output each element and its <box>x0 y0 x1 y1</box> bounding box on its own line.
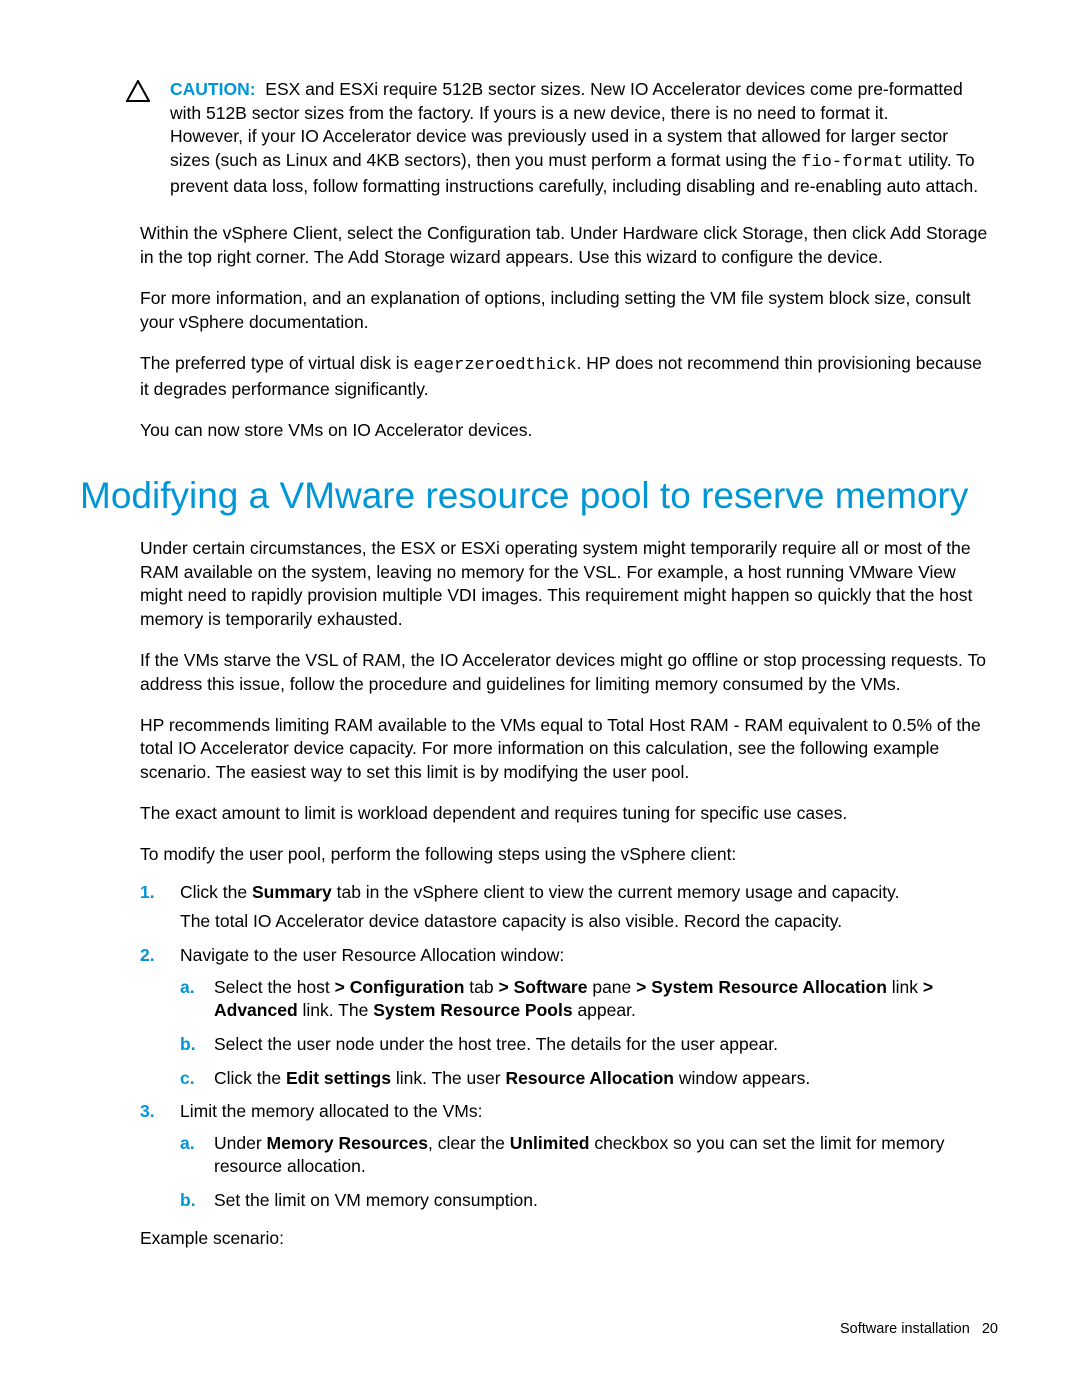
page-footer: Software installation 20 <box>840 1321 998 1337</box>
section-paragraph-1: Under certain circumstances, the ESX or … <box>140 537 990 632</box>
step-2b: b. Select the user node under the host t… <box>180 1033 990 1057</box>
step-2-substeps: a. Select the host > Configuration tab >… <box>180 976 990 1091</box>
step-3b: b. Set the limit on VM memory consumptio… <box>180 1189 990 1213</box>
eagerzeroedthick-code: eagerzeroedthick <box>413 356 576 375</box>
step-1-text-b: tab in the vSphere client to view the cu… <box>332 882 900 902</box>
section-heading: Modifying a VMware resource pool to rese… <box>80 473 990 519</box>
intro-paragraph-4: You can now store VMs on IO Accelerator … <box>140 419 990 443</box>
step-marker: 2. <box>140 944 155 968</box>
step-3-text: Limit the memory allocated to the VMs: <box>180 1101 482 1121</box>
example-scenario-label: Example scenario: <box>140 1227 990 1251</box>
document-page: CAUTION: ESX and ESXi require 512B secto… <box>0 0 1080 1397</box>
step-1-subtext: The total IO Accelerator device datastor… <box>180 910 990 934</box>
step-2c: c. Click the Edit settings link. The use… <box>180 1067 990 1091</box>
page-number: 20 <box>982 1321 998 1337</box>
substep-marker: c. <box>180 1067 195 1091</box>
intro-paragraph-1: Within the vSphere Client, select the Co… <box>140 222 990 269</box>
step-marker: 3. <box>140 1100 155 1124</box>
step-2a: a. Select the host > Configuration tab >… <box>180 976 990 1023</box>
step-2: 2. Navigate to the user Resource Allocat… <box>140 944 990 1090</box>
steps-list: 1. Click the Summary tab in the vSphere … <box>140 881 990 1213</box>
intro-paragraph-2: For more information, and an explanation… <box>140 287 990 334</box>
footer-text: Software installation <box>840 1321 970 1337</box>
caution-box: CAUTION: ESX and ESXi require 512B secto… <box>170 78 990 198</box>
caution-paragraph-1: CAUTION: ESX and ESXi require 512B secto… <box>170 78 990 125</box>
section-paragraph-2: If the VMs starve the VSL of RAM, the IO… <box>140 649 990 696</box>
section-paragraph-5: To modify the user pool, perform the fol… <box>140 843 990 867</box>
caution-paragraph-2: However, if your IO Accelerator device w… <box>170 125 990 198</box>
fio-format-code: fio-format <box>801 153 903 172</box>
step-marker: 1. <box>140 881 155 905</box>
substep-marker: b. <box>180 1189 196 1213</box>
caution-label: CAUTION: <box>170 79 256 99</box>
section-paragraph-3: HP recommends limiting RAM available to … <box>140 714 990 785</box>
intro-p3-a: The preferred type of virtual disk is <box>140 353 413 373</box>
substep-marker: a. <box>180 1132 195 1156</box>
substep-marker: a. <box>180 976 195 1000</box>
caution-text-1: ESX and ESXi require 512B sector sizes. … <box>170 79 963 123</box>
step-3-substeps: a. Under Memory Resources, clear the Unl… <box>180 1132 990 1213</box>
substep-marker: b. <box>180 1033 196 1057</box>
summary-bold: Summary <box>252 882 332 902</box>
intro-paragraph-3: The preferred type of virtual disk is ea… <box>140 352 990 402</box>
step-3a: a. Under Memory Resources, clear the Unl… <box>180 1132 990 1179</box>
step-1: 1. Click the Summary tab in the vSphere … <box>140 881 990 934</box>
section-paragraph-4: The exact amount to limit is workload de… <box>140 802 990 826</box>
caution-triangle-icon <box>126 80 150 102</box>
step-3: 3. Limit the memory allocated to the VMs… <box>140 1100 990 1213</box>
step-1-text-a: Click the <box>180 882 252 902</box>
step-2-text: Navigate to the user Resource Allocation… <box>180 945 564 965</box>
